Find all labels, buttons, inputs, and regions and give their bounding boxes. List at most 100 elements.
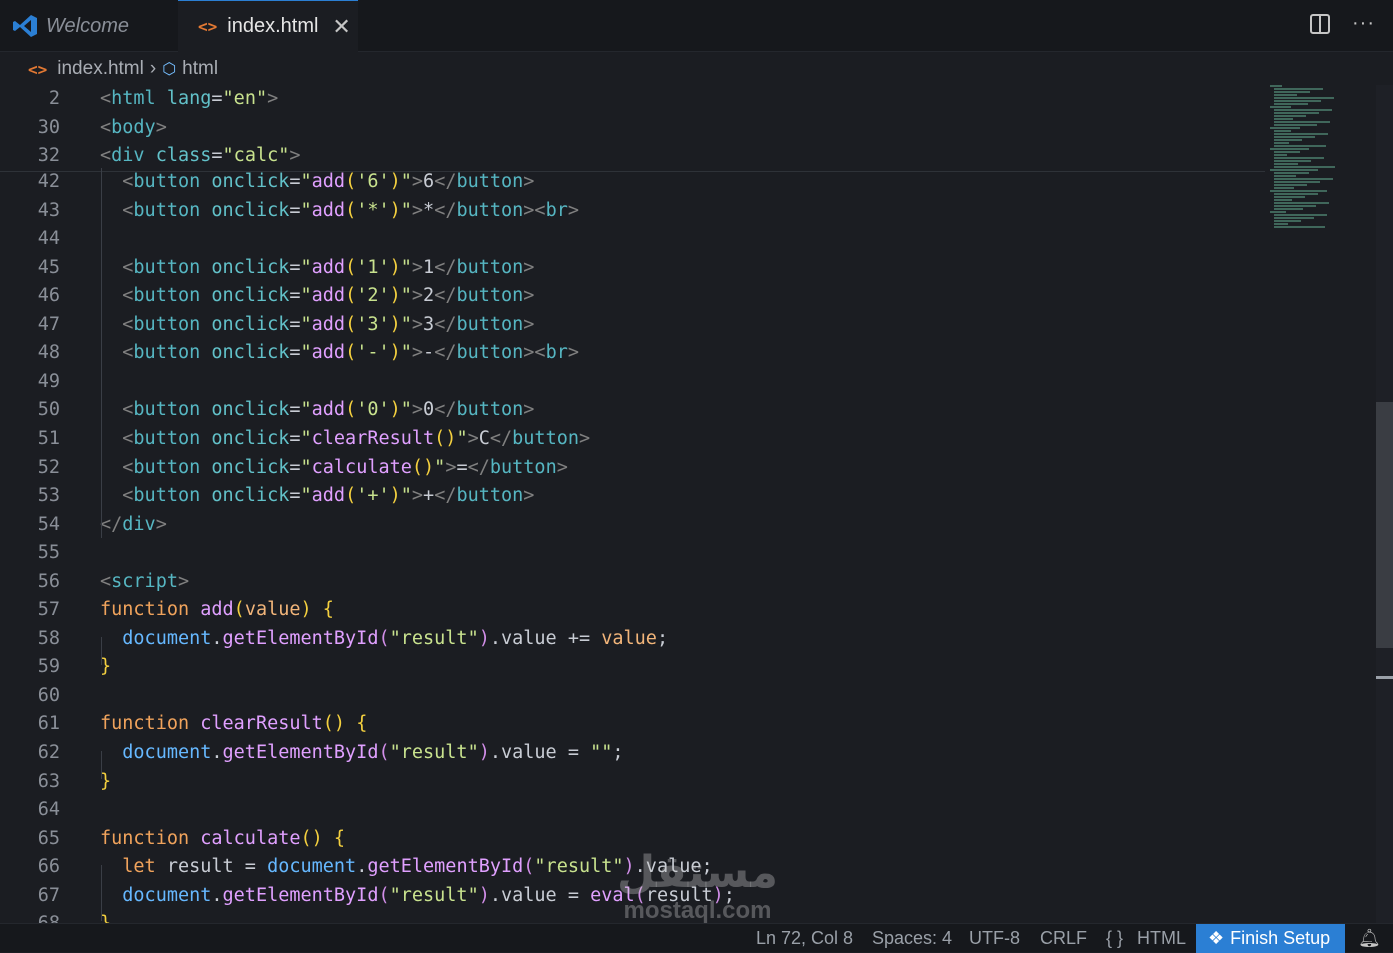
code-token: </ [434,342,457,364]
code-line[interactable]: 30 <body> [0,114,1265,142]
code-line[interactable]: 58 document.getElementById("result").val… [0,625,1265,653]
tab-welcome[interactable]: Welcome [0,0,177,52]
code-token: > [556,456,568,478]
code-line[interactable]: 52 <button onclick="calculate()">=</butt… [0,454,1265,482]
indentation[interactable]: Spaces: 4 [872,928,952,949]
code-token: = [289,256,301,278]
code-token: () [300,827,323,849]
code-line[interactable]: 51 <button onclick="clearResult()">C</bu… [0,425,1265,453]
code-line[interactable]: 44 [0,225,1265,253]
code-line[interactable]: 53 <button onclick="add('+')">+</button> [0,482,1265,510]
code-line[interactable]: 42 <button onclick="add('6')">6</button> [0,168,1265,196]
code-line[interactable]: 55 [0,539,1265,567]
code-token: onclick [211,456,290,478]
code-token: ( [378,742,390,763]
code-line[interactable]: 54 </div> [0,511,1265,539]
code-token: function [100,827,190,849]
code-line[interactable]: 43 <button onclick="add('*')">*</button>… [0,197,1265,225]
code-token: .value = [489,884,591,906]
code-token: clearResult [311,427,435,449]
minimap[interactable] [1270,85,1360,245]
split-editor-icon[interactable] [1310,13,1331,34]
minimap-line [1274,112,1319,114]
watermark-latin: mostaql.com [623,897,772,924]
code-token: button [133,342,201,364]
scrollbar-thumb[interactable] [1376,402,1393,648]
code-line[interactable]: 64 [0,796,1265,824]
code-token: document [267,856,357,878]
code-token: button [133,171,201,192]
code-token: class [155,145,212,166]
code-line[interactable]: 46 <button onclick="add('2')">2</button> [0,282,1265,310]
line-number: 57 [37,599,60,621]
code-token: 3 [423,313,435,335]
code-token: ) [389,485,401,507]
code-line[interactable]: 48 <button onclick="add('-')">-</button>… [0,339,1265,367]
code-line[interactable]: 60 [0,682,1265,710]
line-code: </div> [100,511,167,539]
code-line[interactable]: 56 <script> [0,568,1265,596]
code-token: " [400,171,412,192]
code-token: . [211,627,223,649]
more-actions-icon[interactable]: ··· [1352,12,1375,35]
tab-index-html[interactable]: <> index.html ✕ [178,0,358,52]
line-code: <button onclick="add('-')">-</button><br… [100,339,579,367]
code-token: </ [100,513,123,535]
minimap-line [1274,151,1300,153]
code-line[interactable]: 50 <button onclick="add('0')">0</button> [0,396,1265,424]
code-line[interactable]: 32 <div class="calc"> [0,142,1265,170]
bell-icon[interactable]: 🔔︎ [1358,928,1381,949]
close-icon[interactable]: ✕ [332,14,350,40]
code-token: button [133,285,201,307]
code-token: onclick [211,285,290,307]
minimap-line [1274,130,1291,132]
code-line[interactable]: 47 <button onclick="add('3')">3</button> [0,311,1265,339]
code-line[interactable]: 2 <html lang="en"> [0,85,1265,113]
code-line[interactable]: 49 [0,368,1265,396]
code-line[interactable]: 45 <button onclick="add('1')">1</button> [0,254,1265,282]
code-token: > [578,427,591,449]
minimap-line [1274,157,1324,159]
line-number: 42 [37,171,60,192]
code-token: " [400,199,412,221]
minimap-line [1274,226,1325,228]
code-token: value [601,627,657,649]
code-token: = [289,285,301,307]
code-token: </ [434,171,457,192]
code-editor[interactable]: 2 <html lang="en"> 30 <body> 32 <div class="c… [0,85,1265,923]
line-number: 52 [37,456,60,478]
code-line[interactable]: 61 function clearResult() { [0,710,1265,738]
code-line[interactable]: 63} [0,768,1265,796]
breadcrumb-symbol[interactable]: html [182,58,218,80]
minimap-line [1274,145,1326,147]
code-token: </ [434,313,457,335]
line-code: <button onclick="add('*')">*</button><br… [100,197,579,225]
breadcrumb-file[interactable]: index.html [57,58,144,80]
code-token: " [400,256,412,278]
code-line[interactable]: 59} [0,653,1265,681]
encoding[interactable]: UTF-8 [969,928,1020,949]
minimap-line [1274,175,1296,177]
copilot-icon: ❖ [1208,928,1225,948]
cursor-position[interactable]: Ln 72, Col 8 [756,928,853,949]
code-token: ) [478,742,490,763]
code-line[interactable]: 57 function add(value) { [0,596,1265,624]
finish-setup-label: Finish Setup [1230,928,1331,948]
line-code: function add(value) { [100,596,334,624]
code-token: function [100,713,190,735]
code-token: </ [434,399,457,421]
language-mode[interactable]: HTML [1137,928,1186,949]
code-token: ) [389,399,401,421]
code-line[interactable]: 62 document.getElementById("result").val… [0,739,1265,767]
code-token: > [523,485,535,507]
code-token: " [300,313,312,335]
code-token: onclick [211,171,290,192]
line-ending[interactable]: CRLF [1040,928,1087,949]
minimap-line [1274,139,1302,141]
finish-setup-button[interactable]: ❖ Finish Setup [1196,924,1345,953]
